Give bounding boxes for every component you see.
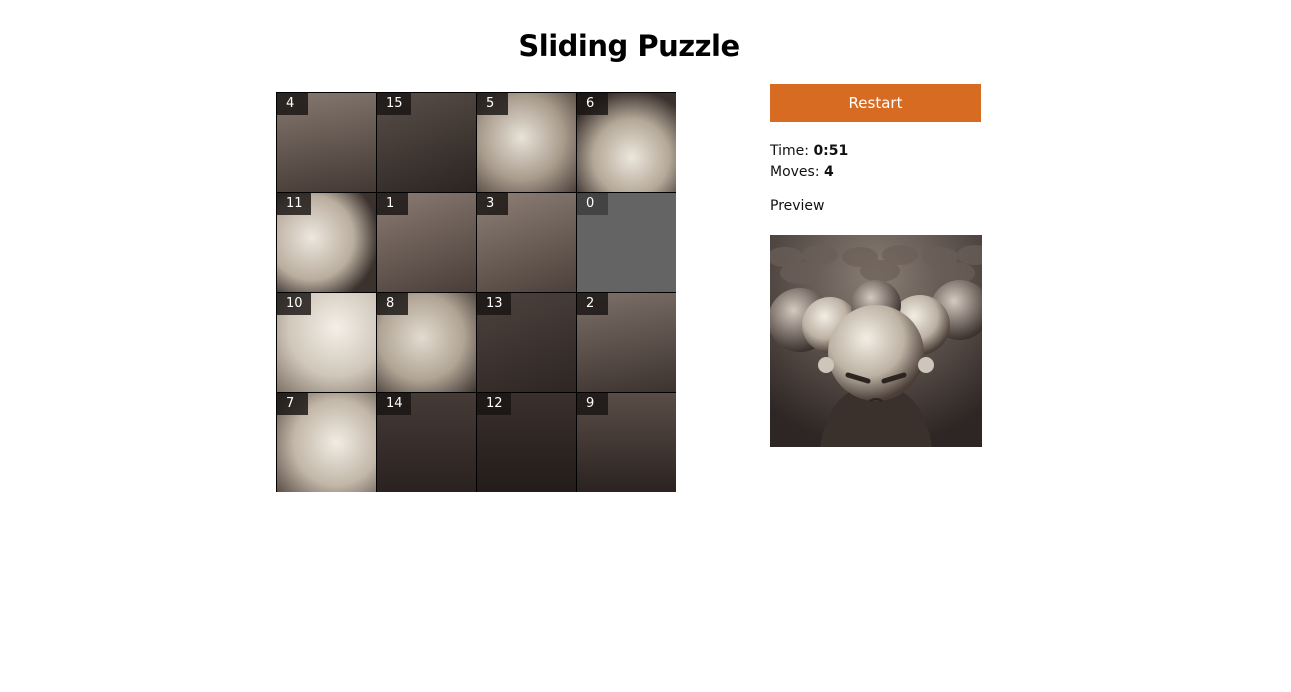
move-counter: Moves: 4 xyxy=(770,162,982,183)
puzzle-tile-11[interactable]: 11 xyxy=(277,193,376,292)
puzzle-tile-7[interactable]: 7 xyxy=(277,393,376,492)
tile-number: 14 xyxy=(377,393,411,415)
tile-number: 9 xyxy=(577,393,608,415)
puzzle-tile-0[interactable]: 0 xyxy=(577,193,676,292)
puzzle-board: 4 15 5 6 11 1 3 0 10 8 13 2 7 14 12 9 xyxy=(276,92,676,492)
time-label: Time: xyxy=(770,143,809,159)
time-value: 0:51 xyxy=(813,143,849,159)
tile-number: 2 xyxy=(577,293,608,315)
tile-number: 5 xyxy=(477,93,508,115)
preview-label: Preview xyxy=(770,198,825,214)
timer: Time: 0:51 xyxy=(770,141,982,162)
moves-value: 4 xyxy=(824,164,834,180)
puzzle-tile-4[interactable]: 4 xyxy=(277,93,376,192)
tile-number: 8 xyxy=(377,293,408,315)
puzzle-tile-15[interactable]: 15 xyxy=(377,93,476,192)
puzzle-tile-3[interactable]: 3 xyxy=(477,193,576,292)
tile-number: 10 xyxy=(277,293,311,315)
preview-art xyxy=(770,235,982,447)
tile-number: 7 xyxy=(277,393,308,415)
preview-image xyxy=(770,235,982,447)
puzzle-tile-10[interactable]: 10 xyxy=(277,293,376,392)
restart-button[interactable]: Restart xyxy=(770,84,981,122)
tile-number: 3 xyxy=(477,193,508,215)
puzzle-tile-2[interactable]: 2 xyxy=(577,293,676,392)
tile-number: 13 xyxy=(477,293,511,315)
puzzle-tile-12[interactable]: 12 xyxy=(477,393,576,492)
tile-number: 12 xyxy=(477,393,511,415)
sidebar: Restart Time: 0:51 Moves: 4 Preview xyxy=(770,84,982,447)
tile-number: 0 xyxy=(577,193,608,215)
puzzle-tile-8[interactable]: 8 xyxy=(377,293,476,392)
puzzle-tile-1[interactable]: 1 xyxy=(377,193,476,292)
tile-number: 11 xyxy=(277,193,311,215)
stats: Time: 0:51 Moves: 4 xyxy=(770,141,982,183)
tile-number: 1 xyxy=(377,193,408,215)
puzzle-tile-5[interactable]: 5 xyxy=(477,93,576,192)
tile-number: 4 xyxy=(277,93,308,115)
moves-label: Moves: xyxy=(770,164,820,180)
puzzle-tile-13[interactable]: 13 xyxy=(477,293,576,392)
puzzle-tile-6[interactable]: 6 xyxy=(577,93,676,192)
tile-number: 15 xyxy=(377,93,411,115)
tile-number: 6 xyxy=(577,93,608,115)
puzzle-tile-9[interactable]: 9 xyxy=(577,393,676,492)
puzzle-tile-14[interactable]: 14 xyxy=(377,393,476,492)
page-title: Sliding Puzzle xyxy=(518,29,740,64)
